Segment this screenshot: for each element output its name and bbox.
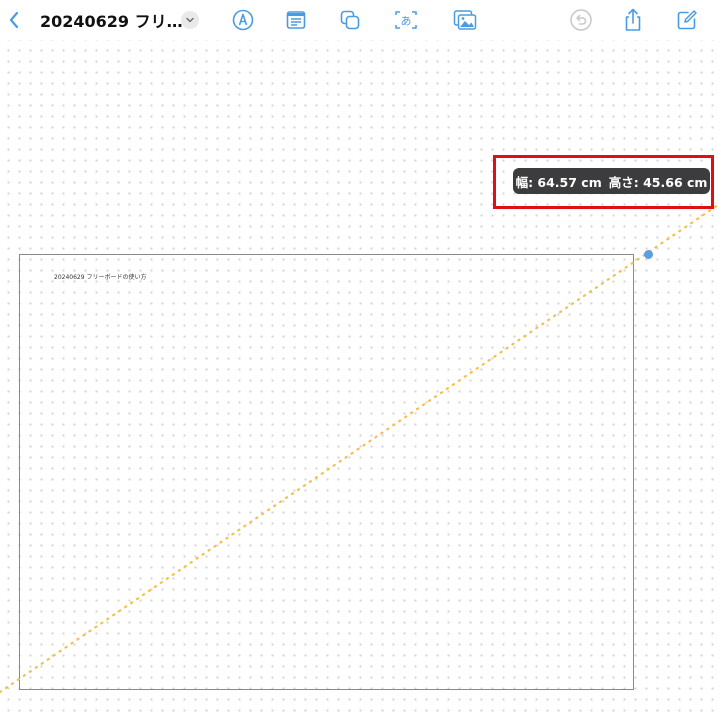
board-label: 20240629 フリーボードの使い方	[54, 274, 147, 281]
resize-handle[interactable]	[644, 250, 653, 259]
text-box-icon[interactable]	[282, 6, 310, 34]
height-value: 高さ: 45.66 cm	[608, 174, 708, 190]
media-icon[interactable]	[451, 6, 479, 34]
back-chevron-icon[interactable]	[0, 6, 28, 34]
undo-icon[interactable]	[567, 6, 595, 34]
share-icon[interactable]	[619, 6, 647, 34]
pen-tool-icon[interactable]	[229, 6, 257, 34]
new-board-icon[interactable]	[673, 6, 701, 34]
board-title[interactable]: 20240629 フリ…	[40, 8, 183, 32]
shapes-icon[interactable]	[336, 6, 364, 34]
size-indicator: 幅: 64.57 cm 高さ: 45.66 cm	[513, 168, 710, 194]
text-recognition-icon[interactable]: あ	[392, 6, 420, 34]
board-frame[interactable]: 20240629 フリーボードの使い方	[19, 254, 634, 690]
svg-text:あ: あ	[401, 15, 412, 28]
width-value: 幅: 64.57 cm	[515, 174, 602, 190]
toolbar: 20240629 フリ… あ	[0, 0, 718, 40]
title-menu-chevron-icon[interactable]	[181, 11, 199, 29]
